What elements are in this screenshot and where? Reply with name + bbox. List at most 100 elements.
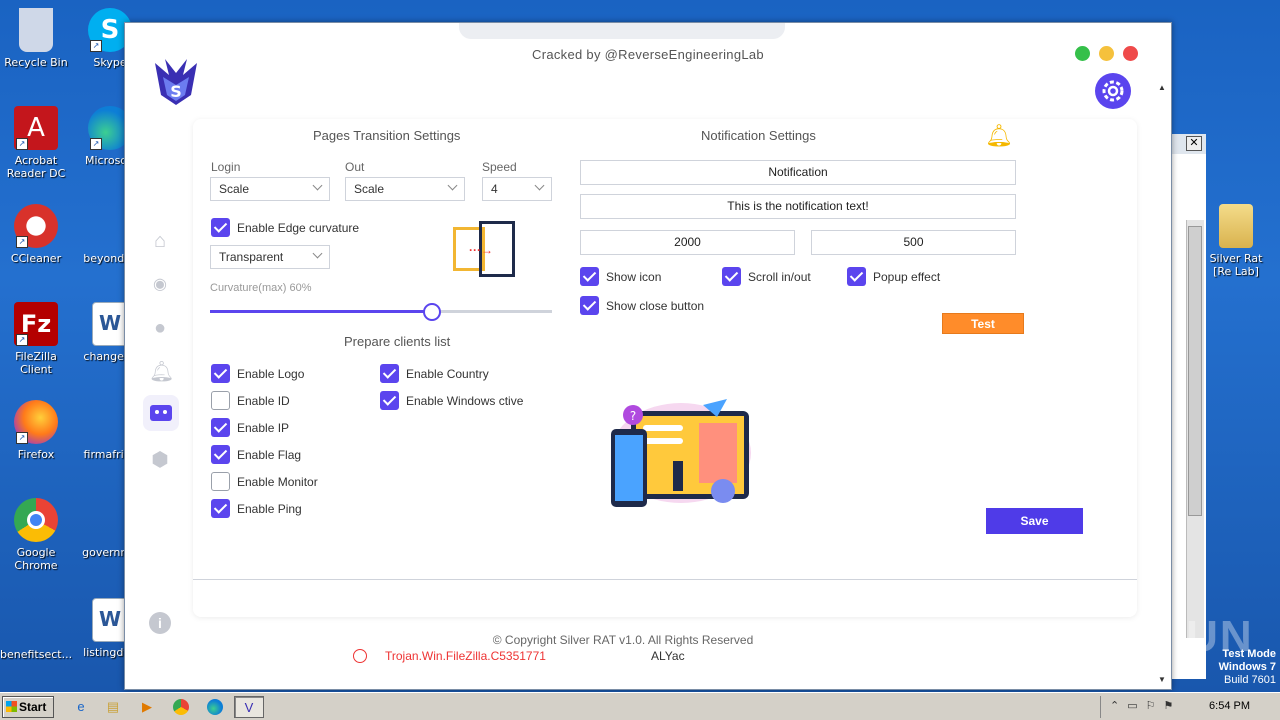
desktop-icon-silver-rat-folder[interactable]: Silver Rat [Re Lab] bbox=[1200, 204, 1272, 278]
slider-knob[interactable] bbox=[423, 303, 442, 321]
edge-curvature-checkbox[interactable]: Enable Edge curvature bbox=[211, 218, 359, 237]
checkbox-label: Enable IP bbox=[237, 420, 290, 435]
client-option-checkbox[interactable]: Enable ID bbox=[211, 391, 290, 410]
chevron-down-icon bbox=[534, 180, 545, 191]
silver-rat-taskbar-button[interactable]: V bbox=[234, 696, 264, 718]
robot-icon-active[interactable] bbox=[143, 395, 179, 431]
close-icon[interactable]: ✕ bbox=[1186, 136, 1202, 151]
home-icon[interactable]: ⌂ bbox=[149, 230, 171, 252]
client-option-checkbox[interactable]: Enable Country bbox=[380, 364, 489, 383]
bell-icon[interactable]: 🔔︎ bbox=[149, 361, 174, 383]
client-option-checkbox[interactable]: Enable Monitor bbox=[211, 472, 318, 491]
checkbox-checked bbox=[380, 364, 399, 383]
filezilla-icon: Fz ↗ bbox=[14, 302, 58, 346]
acrobat-icon: A ↗ bbox=[14, 106, 58, 150]
checkbox-checked bbox=[847, 267, 866, 286]
checkbox-unchecked bbox=[211, 472, 230, 491]
client-option-checkbox[interactable]: Enable Logo bbox=[211, 364, 304, 383]
desktop-icon-benefitsect[interactable]: benefitsect... bbox=[0, 600, 72, 661]
bell-icon: 🔔︎ bbox=[985, 123, 1013, 148]
document-icon bbox=[14, 600, 58, 644]
login-label: Login bbox=[211, 160, 241, 174]
style-select-value: Transparent bbox=[219, 250, 284, 264]
hexagon-settings-icon[interactable]: ⬢ bbox=[149, 449, 171, 471]
chevron-down-icon bbox=[312, 248, 323, 259]
icon-label: CCleaner bbox=[10, 252, 62, 265]
tray-icons: ⌃▭⚐⚑ bbox=[1110, 700, 1182, 712]
ie-icon[interactable]: e bbox=[68, 696, 94, 718]
eye-icon[interactable]: ◉ bbox=[149, 274, 171, 296]
windows-logo-icon bbox=[6, 701, 17, 712]
notification-title-field[interactable]: Notification bbox=[580, 160, 1016, 185]
notification-delay-field[interactable]: 500 bbox=[811, 230, 1016, 255]
out-select[interactable]: Scale bbox=[345, 177, 465, 201]
desktop-icon-ccleaner[interactable]: ↗ CCleaner bbox=[0, 204, 72, 265]
login-select-value: Scale bbox=[219, 182, 250, 196]
start-button[interactable]: Start bbox=[2, 696, 54, 718]
save-button[interactable]: Save bbox=[986, 508, 1083, 534]
checkbox-checked bbox=[211, 445, 230, 464]
chevron-down-icon bbox=[447, 180, 458, 191]
notification-text-field[interactable]: This is the notification text! bbox=[580, 194, 1016, 219]
background-window-scrollbar[interactable] bbox=[1186, 220, 1204, 638]
background-window-titlebar: ✕ bbox=[1168, 134, 1206, 154]
client-option-checkbox[interactable]: Enable Windows ctive bbox=[380, 391, 523, 410]
show-icon-checkbox[interactable]: Show icon bbox=[580, 267, 661, 286]
scroll-checkbox[interactable]: Scroll in/out bbox=[722, 267, 811, 286]
desktop-icon-acrobat[interactable]: A ↗ Acrobat Reader DC bbox=[0, 106, 72, 180]
curvature-style-select[interactable]: Transparent bbox=[210, 245, 330, 269]
chrome-taskbar-icon[interactable] bbox=[168, 696, 194, 718]
icon-label: Silver Rat [Re Lab] bbox=[1209, 252, 1263, 278]
notification-duration-field[interactable]: 2000 bbox=[580, 230, 795, 255]
login-select[interactable]: Scale bbox=[210, 177, 330, 201]
footer-divider bbox=[193, 579, 1137, 580]
copyright-text: © Copyright Silver RAT v1.0. All Rights … bbox=[492, 633, 754, 647]
start-label: Start bbox=[19, 700, 47, 714]
chrome-icon bbox=[14, 498, 58, 542]
desktop-icon-firefox[interactable]: ↗ Firefox bbox=[0, 400, 72, 461]
user-icon[interactable]: ● bbox=[149, 317, 171, 339]
speed-select[interactable]: 4 bbox=[482, 177, 552, 201]
checkbox-checked bbox=[380, 391, 399, 410]
behind-vendor-text: ALYac bbox=[651, 649, 685, 663]
close-dot[interactable] bbox=[1123, 46, 1138, 61]
checkbox-checked bbox=[211, 364, 230, 383]
desktop-icon-recycle-bin[interactable]: Recycle Bin bbox=[0, 8, 72, 69]
client-option-checkbox[interactable]: Enable IP bbox=[211, 418, 289, 437]
alert-icon bbox=[353, 649, 367, 663]
curvature-slider[interactable] bbox=[210, 303, 552, 321]
test-button[interactable]: Test bbox=[942, 313, 1024, 334]
maximize-dot[interactable] bbox=[1075, 46, 1090, 61]
window-title: Cracked by @ReverseEngineeringLab bbox=[532, 47, 764, 62]
show-close-button-checkbox[interactable]: Show close button bbox=[580, 296, 704, 315]
icon-label: Google Chrome bbox=[14, 546, 58, 572]
checkbox-label: Show close button bbox=[606, 298, 705, 313]
checkbox-checked bbox=[580, 296, 599, 315]
icon-label: Firefox bbox=[17, 448, 55, 461]
checkbox-checked bbox=[211, 218, 230, 237]
minimize-dot[interactable] bbox=[1099, 46, 1114, 61]
notification-settings-title: Notification Settings bbox=[701, 128, 816, 143]
desktop-icon-chrome[interactable]: Google Chrome bbox=[0, 498, 72, 572]
icon-label: Recycle Bin bbox=[4, 56, 68, 69]
media-player-icon[interactable]: ▶ bbox=[134, 696, 160, 718]
desktop-icon-filezilla[interactable]: Fz ↗ FileZilla Client bbox=[0, 302, 72, 376]
chevron-down-icon bbox=[312, 180, 323, 191]
transition-settings-title: Pages Transition Settings bbox=[313, 128, 461, 143]
transition-preview-icon: ···→ bbox=[453, 221, 515, 277]
word-document-icon: W bbox=[92, 598, 128, 642]
client-option-checkbox[interactable]: Enable Flag bbox=[211, 445, 301, 464]
checkbox-label: Enable Edge curvature bbox=[237, 220, 360, 235]
popup-effect-checkbox[interactable]: Popup effect bbox=[847, 267, 940, 286]
edge-taskbar-icon[interactable] bbox=[202, 696, 228, 718]
client-option-checkbox[interactable]: Enable Ping bbox=[211, 499, 302, 518]
speed-label: Speed bbox=[482, 160, 517, 174]
explorer-icon[interactable]: ▤ bbox=[100, 696, 126, 718]
firefox-icon: ↗ bbox=[14, 400, 58, 444]
checkbox-checked bbox=[211, 418, 230, 437]
icon-label: benefitsect... bbox=[0, 648, 73, 661]
info-icon[interactable]: i bbox=[149, 612, 171, 634]
window-scrollbar[interactable]: ▲ ▼ bbox=[1155, 83, 1169, 689]
checkbox-label: Enable Windows ctive bbox=[406, 393, 524, 408]
settings-gear-icon[interactable] bbox=[1095, 73, 1131, 109]
